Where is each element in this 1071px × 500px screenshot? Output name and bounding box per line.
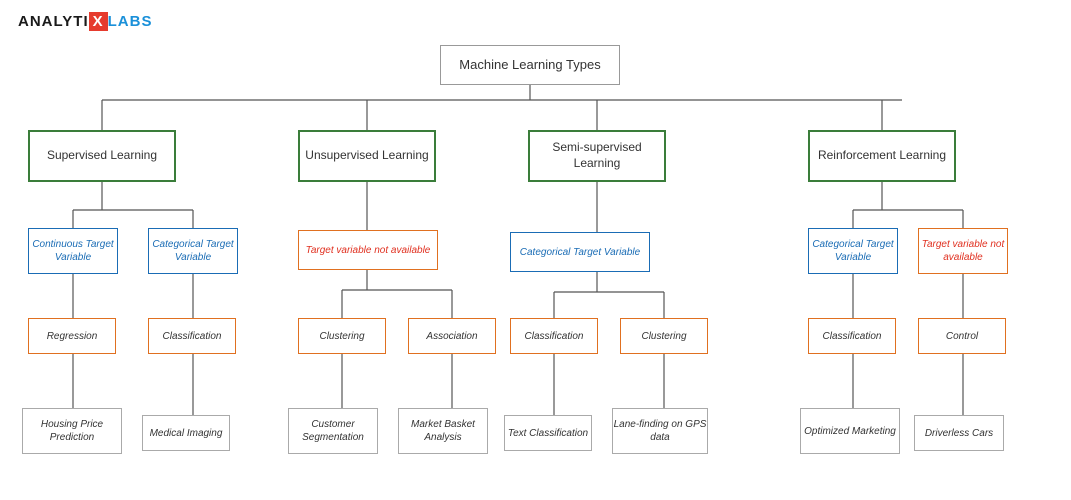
optimized-marketing-node: Optimized Marketing [800,408,900,454]
text-classification-node: Text Classification [504,415,592,451]
control-node: Control [918,318,1006,354]
regression-node: Regression [28,318,116,354]
customer-segmentation-node: Customer Segmentation [288,408,378,454]
unsupervised-learning-node: Unsupervised Learning [298,130,436,182]
supervised-learning-node: Supervised Learning [28,130,176,182]
logo-labs: LABS [108,13,153,30]
logo-analytix: ANALYTI [18,13,89,30]
clustering-unsup-node: Clustering [298,318,386,354]
classification-sup-node: Classification [148,318,236,354]
classification-semi-node: Classification [510,318,598,354]
target-not-avail-reinf-node: Target variable not available [918,228,1008,274]
logo: ANALYTI X LABS [18,12,152,31]
reinforcement-learning-node: Reinforcement Learning [808,130,956,182]
categorical-target-sup-node: Categorical Target Variable [148,228,238,274]
driverless-cars-node: Driverless Cars [914,415,1004,451]
housing-price-node: Housing Price Prediction [22,408,122,454]
continuous-target-node: Continuous Target Variable [28,228,118,274]
association-node: Association [408,318,496,354]
classification-reinf-node: Classification [808,318,896,354]
target-not-avail-unsup-node: Target variable not available [298,230,438,270]
market-basket-node: Market Basket Analysis [398,408,488,454]
root-node: Machine Learning Types [440,45,620,85]
medical-imaging-node: Medical Imaging [142,415,230,451]
lane-finding-node: Lane-finding on GPS data [612,408,708,454]
cat-target-reinf-node: Categorical Target Variable [808,228,898,274]
logo-x: X [89,12,108,31]
cat-target-semi-node: Categorical Target Variable [510,232,650,272]
clustering-semi-node: Clustering [620,318,708,354]
semi-supervised-node: Semi-supervised Learning [528,130,666,182]
